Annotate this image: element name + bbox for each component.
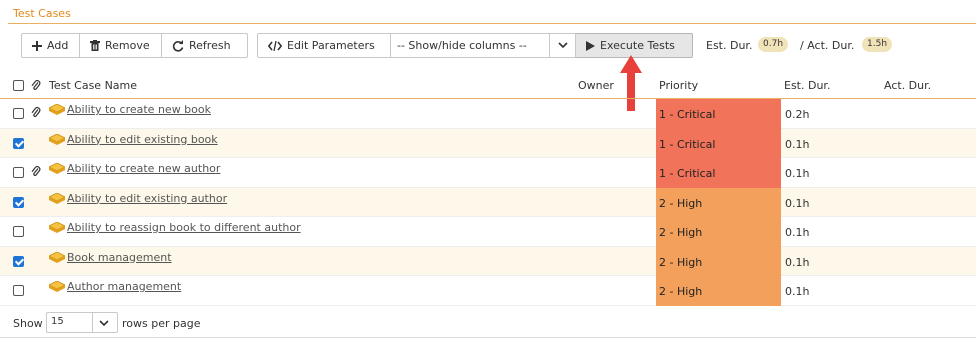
priority-cell: 2 - High xyxy=(656,217,781,247)
est-duration-cell: 0.1h xyxy=(785,167,810,180)
section-divider xyxy=(8,23,976,24)
test-case-icon xyxy=(48,103,66,119)
paperclip-icon xyxy=(31,79,41,95)
edit-parameters-button[interactable]: Edit Parameters xyxy=(257,33,391,58)
priority-cell: 1 - Critical xyxy=(656,99,781,129)
table-row: Ability to reassign book to different au… xyxy=(0,217,976,247)
row-checkbox[interactable] xyxy=(13,255,24,267)
play-icon xyxy=(586,40,595,51)
test-case-icon xyxy=(48,192,66,208)
test-case-link[interactable]: Ability to edit existing book xyxy=(67,133,218,146)
remove-button[interactable]: Remove xyxy=(80,33,162,58)
columns-select-toggle[interactable] xyxy=(550,33,576,58)
paperclip-icon xyxy=(31,165,41,181)
column-header-priority[interactable]: Priority xyxy=(659,79,698,92)
page-size-select[interactable]: 15 xyxy=(46,312,118,333)
trash-icon xyxy=(90,40,100,51)
act-duration-label: / Act. Dur. xyxy=(800,39,855,52)
test-case-icon xyxy=(48,133,66,149)
rows-per-page-label: rows per page xyxy=(122,317,201,330)
refresh-label: Refresh xyxy=(189,39,231,52)
plus-icon xyxy=(32,40,42,51)
columns-select-value: -- Show/hide columns -- xyxy=(397,39,527,52)
est-duration-cell: 0.1h xyxy=(785,285,810,298)
priority-cell: 2 - High xyxy=(656,276,781,306)
column-header-act-duration[interactable]: Act. Dur. xyxy=(884,79,931,92)
page-size-value: 15 xyxy=(51,316,64,327)
refresh-button[interactable]: Refresh xyxy=(162,33,248,58)
test-case-link[interactable]: Author management xyxy=(67,280,181,293)
est-duration-cell: 0.1h xyxy=(785,226,810,239)
table-row: Ability to create new book 1 - Critical … xyxy=(0,99,976,129)
est-duration-badge: 0.7h xyxy=(758,37,789,52)
est-duration-cell: 0.1h xyxy=(785,196,810,210)
act-duration-badge: 1.5h xyxy=(862,37,893,52)
test-case-link[interactable]: Ability to create new book xyxy=(67,103,211,116)
row-checkbox[interactable] xyxy=(13,226,24,237)
table-row: Ability to create new author 1 - Critica… xyxy=(0,158,976,188)
row-checkbox[interactable] xyxy=(13,285,24,296)
test-case-link[interactable]: Ability to create new author xyxy=(67,162,220,175)
select-all-checkbox[interactable] xyxy=(13,80,24,91)
test-case-link[interactable]: Ability to reassign book to different au… xyxy=(67,221,301,234)
row-checkbox[interactable] xyxy=(13,196,24,208)
test-case-link[interactable]: Ability to edit existing author xyxy=(67,192,227,205)
test-case-icon xyxy=(48,251,66,267)
row-checkbox[interactable] xyxy=(13,108,24,119)
row-checkbox[interactable] xyxy=(13,137,24,149)
chevron-down-icon xyxy=(557,39,568,52)
priority-cell: 1 - Critical xyxy=(656,128,781,158)
edit-parameters-label: Edit Parameters xyxy=(287,39,375,52)
test-case-icon xyxy=(48,221,66,237)
priority-cell: 1 - Critical xyxy=(656,158,781,188)
priority-cell: 2 - High xyxy=(656,246,781,276)
select-divider xyxy=(92,313,93,332)
table-row: Ability to edit existing author 2 - High… xyxy=(0,187,976,217)
est-duration-cell: 0.2h xyxy=(785,108,810,121)
test-case-icon xyxy=(48,280,66,296)
table-row: Book management 2 - High 0.1h xyxy=(0,246,976,276)
refresh-icon xyxy=(172,39,184,52)
execute-tests-label: Execute Tests xyxy=(600,39,675,52)
add-label: Add xyxy=(47,39,69,52)
column-header-est-duration[interactable]: Est. Dur. xyxy=(784,79,830,92)
test-case-icon xyxy=(48,162,66,178)
section-title: Test Cases xyxy=(13,7,71,20)
toolbar-edit-group: Add Remove Refresh xyxy=(21,33,248,58)
column-header-owner[interactable]: Owner xyxy=(578,79,614,92)
est-duration-cell: 0.1h xyxy=(785,255,810,269)
priority-cell: 2 - High xyxy=(656,187,781,217)
row-checkbox[interactable] xyxy=(13,167,24,178)
est-duration-label: Est. Dur. xyxy=(706,39,753,52)
table-row: Author management 2 - High 0.1h xyxy=(0,276,976,306)
est-duration-cell: 0.1h xyxy=(785,137,810,151)
remove-label: Remove xyxy=(105,39,150,52)
table-header-row: Test Case Name Owner Priority Est. Dur. … xyxy=(0,76,976,99)
column-header-name[interactable]: Test Case Name xyxy=(49,79,137,92)
footer-divider xyxy=(0,337,976,338)
add-button[interactable]: Add xyxy=(21,33,80,58)
table-row: Ability to edit existing book 1 - Critic… xyxy=(0,128,976,158)
test-case-link[interactable]: Book management xyxy=(67,251,172,264)
code-icon xyxy=(268,40,282,51)
columns-select[interactable]: -- Show/hide columns -- xyxy=(391,33,550,58)
paperclip-icon xyxy=(31,106,41,122)
chevron-down-icon xyxy=(99,317,109,330)
show-label: Show xyxy=(13,317,43,330)
